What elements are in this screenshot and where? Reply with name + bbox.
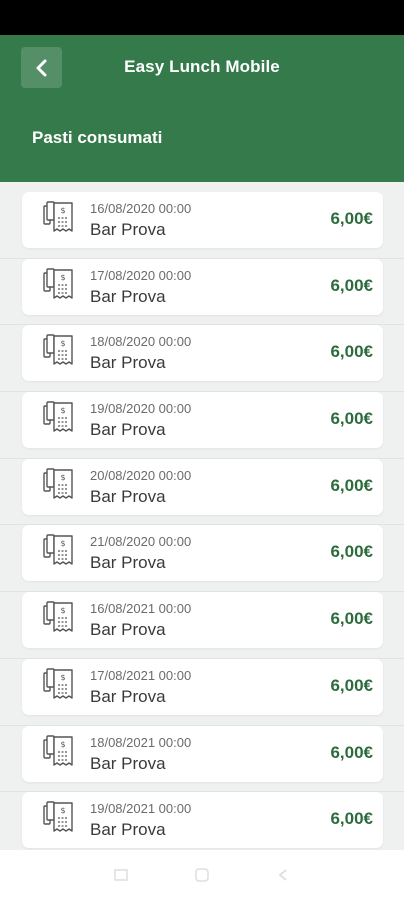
meal-row: $ 16/08/2021 00:00 Bar Prova 6,00€: [0, 592, 404, 659]
meal-amount: 6,00€: [330, 609, 373, 629]
meal-card[interactable]: $ 18/08/2020 00:00 Bar Prova 6,00€: [22, 325, 383, 382]
meal-row: $ 20/08/2020 00:00 Bar Prova 6,00€: [0, 458, 404, 526]
receipt-icon: $: [43, 801, 73, 832]
meal-place: Bar Prova: [90, 286, 166, 306]
meal-place: Bar Prova: [90, 753, 166, 773]
meal-amount: 6,00€: [330, 675, 373, 695]
meal-place: Bar Prova: [90, 820, 166, 840]
meal-amount: 6,00€: [330, 409, 373, 429]
svg-text:$: $: [60, 606, 65, 615]
meal-list: $ 16/08/2020 00:00 Bar Prova 6,00€ $ 17/…: [0, 192, 404, 859]
receipt-icon: $: [43, 334, 73, 366]
meal-card[interactable]: $ 21/08/2020 00:00 Bar Prova 6,00€: [22, 525, 383, 582]
meal-place: Bar Prova: [90, 353, 166, 373]
meal-card[interactable]: $ 16/08/2021 00:00 Bar Prova 6,00€: [22, 592, 383, 649]
app-header: Easy Lunch Mobile Pasti consumati: [0, 35, 404, 182]
meal-card[interactable]: $ 19/08/2021 00:00 Bar Prova 6,00€: [22, 792, 383, 849]
receipt-icon: $: [43, 201, 73, 232]
app-screen: Easy Lunch Mobile Pasti consumati $ 16/0…: [0, 0, 404, 900]
svg-text:$: $: [60, 206, 65, 215]
meal-place: Bar Prova: [90, 486, 166, 506]
meal-date: 20/08/2020 00:00: [90, 467, 192, 483]
svg-text:$: $: [60, 740, 65, 749]
meal-row: $ 21/08/2020 00:00 Bar Prova 6,00€: [0, 525, 404, 593]
receipt-icon: $: [43, 267, 73, 299]
receipt-icon: $: [43, 534, 73, 566]
svg-text:$: $: [60, 273, 65, 282]
meal-amount: 6,00€: [330, 209, 373, 228]
receipt-icon: $: [43, 734, 73, 766]
meal-row: $ 16/08/2020 00:00 Bar Prova 6,00€: [0, 192, 404, 259]
section-title: Pasti consumati: [32, 128, 163, 147]
back-nav-icon[interactable]: [271, 863, 295, 887]
receipt-icon: $: [43, 668, 73, 699]
recent-apps-icon[interactable]: [109, 863, 133, 887]
meal-card[interactable]: $ 18/08/2021 00:00 Bar Prova 6,00€: [22, 725, 383, 782]
svg-text:$: $: [60, 406, 65, 415]
receipt-icon: $: [43, 401, 73, 432]
meal-amount: 6,00€: [330, 475, 373, 495]
meal-row: $ 18/08/2021 00:00 Bar Prova 6,00€: [0, 725, 404, 793]
meal-date: 19/08/2021 00:00: [90, 801, 192, 817]
meal-amount: 6,00€: [330, 809, 373, 829]
meal-place: Bar Prova: [90, 220, 166, 239]
meal-date: 18/08/2021 00:00: [90, 734, 192, 750]
meal-place: Bar Prova: [90, 553, 166, 573]
meal-card[interactable]: $ 16/08/2020 00:00 Bar Prova 6,00€: [22, 192, 383, 248]
receipt-icon: $: [43, 601, 73, 632]
meal-place: Bar Prova: [90, 686, 166, 706]
meal-place: Bar Prova: [90, 420, 166, 440]
meal-row: $ 19/08/2021 00:00 Bar Prova 6,00€: [0, 792, 404, 859]
meal-date: 17/08/2021 00:00: [90, 667, 192, 683]
meal-card[interactable]: $ 19/08/2020 00:00 Bar Prova 6,00€: [22, 392, 383, 449]
meal-amount: 6,00€: [330, 342, 373, 362]
meal-date: 21/08/2020 00:00: [90, 534, 192, 550]
meal-date: 18/08/2020 00:00: [90, 334, 192, 350]
meal-date: 19/08/2020 00:00: [90, 401, 192, 417]
meal-row: $ 18/08/2020 00:00 Bar Prova 6,00€: [0, 325, 404, 393]
app-title: Easy Lunch Mobile: [124, 57, 280, 76]
receipt-icon: $: [43, 468, 73, 499]
meal-amount: 6,00€: [330, 742, 373, 762]
svg-text:$: $: [60, 673, 65, 682]
meal-place: Bar Prova: [90, 620, 166, 640]
svg-text:$: $: [60, 473, 65, 482]
home-icon[interactable]: [190, 863, 214, 887]
svg-text:$: $: [60, 339, 65, 348]
svg-text:$: $: [60, 806, 65, 815]
meal-row: $ 19/08/2020 00:00 Bar Prova 6,00€: [0, 392, 404, 459]
meal-date: 16/08/2020 00:00: [90, 201, 192, 216]
meal-card[interactable]: $ 20/08/2020 00:00 Bar Prova 6,00€: [22, 458, 383, 515]
meal-row: $ 17/08/2020 00:00 Bar Prova 6,00€: [0, 258, 404, 326]
meal-date: 17/08/2020 00:00: [90, 267, 192, 283]
meal-row: $ 17/08/2021 00:00 Bar Prova 6,00€: [0, 658, 404, 726]
status-bar: [0, 0, 404, 35]
meal-date: 16/08/2021 00:00: [90, 601, 192, 617]
meal-card[interactable]: $ 17/08/2020 00:00 Bar Prova 6,00€: [22, 258, 383, 315]
meal-amount: 6,00€: [330, 542, 373, 562]
svg-text:$: $: [60, 539, 65, 548]
system-nav-bar: [0, 850, 404, 900]
meal-card[interactable]: $ 17/08/2021 00:00 Bar Prova 6,00€: [22, 658, 383, 715]
meal-amount: 6,00€: [330, 275, 373, 295]
